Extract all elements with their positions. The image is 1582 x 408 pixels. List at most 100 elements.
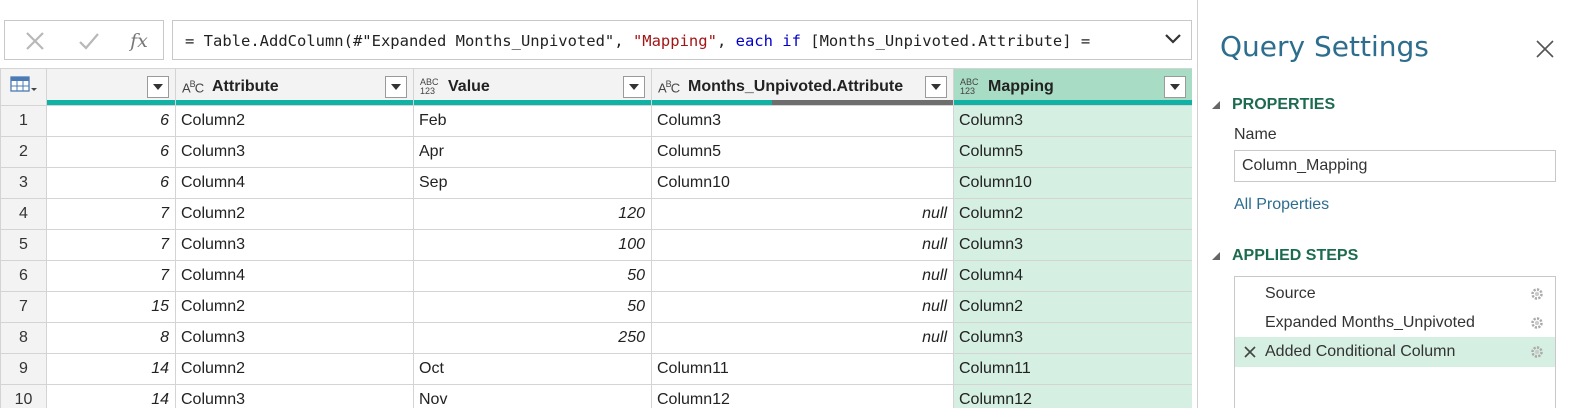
cell-number[interactable]: 8 — [46, 322, 176, 354]
column-header-0[interactable] — [46, 68, 176, 106]
row-number[interactable]: 7 — [0, 291, 47, 323]
column-filter-button[interactable] — [1164, 76, 1186, 98]
row-number[interactable]: 5 — [0, 229, 47, 261]
cell-attribute[interactable]: Column4 — [175, 260, 414, 292]
formula-text[interactable]: = Table.AddColumn(#"Expanded Months_Unpi… — [185, 32, 1090, 50]
row-number[interactable]: 6 — [0, 260, 47, 292]
quality-bar — [47, 100, 175, 105]
insert-function-button[interactable]: fx — [121, 27, 157, 55]
step-expanded-months[interactable]: Expanded Months_Unpivoted — [1235, 308, 1555, 338]
cell-attribute[interactable]: Column2 — [175, 105, 414, 137]
cell-value[interactable]: Nov — [413, 384, 652, 408]
cell-value[interactable]: 100 — [413, 229, 652, 261]
cell-value[interactable]: 50 — [413, 260, 652, 292]
query-name-input[interactable] — [1234, 150, 1556, 182]
cell-number[interactable]: 7 — [46, 198, 176, 230]
row-number[interactable]: 2 — [0, 136, 47, 168]
any-type-icon[interactable]: ABC 123 — [960, 78, 988, 96]
cell-value[interactable]: 50 — [413, 291, 652, 323]
cancel-formula-button[interactable] — [17, 27, 53, 55]
cell-months-attribute[interactable]: Column3 — [651, 105, 954, 137]
cell-mapping[interactable]: Column12 — [953, 384, 1192, 408]
formula-input[interactable]: = Table.AddColumn(#"Expanded Months_Unpi… — [172, 20, 1192, 60]
row-number[interactable]: 3 — [0, 167, 47, 199]
expand-formula-button[interactable] — [1161, 29, 1185, 53]
properties-section-toggle[interactable]: PROPERTIES — [1212, 96, 1335, 114]
cell-value[interactable]: Feb — [413, 105, 652, 137]
cell-number[interactable]: 14 — [46, 384, 176, 408]
column-filter-button[interactable] — [147, 76, 169, 98]
cell-number[interactable]: 6 — [46, 136, 176, 168]
step-source[interactable]: Source — [1235, 279, 1555, 309]
cell-attribute[interactable]: Column3 — [175, 229, 414, 261]
column-header-attribute[interactable]: ABC Attribute — [175, 68, 414, 106]
cell-mapping[interactable]: Column3 — [953, 105, 1192, 137]
cell-value[interactable]: Apr — [413, 136, 652, 168]
cell-mapping[interactable]: Column11 — [953, 353, 1192, 385]
cell-number[interactable]: 6 — [46, 105, 176, 137]
table-menu-corner[interactable] — [0, 68, 47, 106]
cell-months-attribute[interactable]: null — [651, 291, 954, 323]
cell-number[interactable]: 7 — [46, 260, 176, 292]
commit-formula-button[interactable] — [71, 27, 107, 55]
cell-months-attribute[interactable]: null — [651, 322, 954, 354]
text-type-icon[interactable]: ABC — [658, 79, 688, 95]
column-header-mapping[interactable]: ABC 123 Mapping — [953, 68, 1192, 106]
cell-months-attribute[interactable]: Column5 — [651, 136, 954, 168]
column-filter-button[interactable] — [623, 76, 645, 98]
row-number[interactable]: 8 — [0, 322, 47, 354]
cell-mapping[interactable]: Column2 — [953, 291, 1192, 323]
delete-x-icon — [1244, 346, 1256, 358]
cell-mapping[interactable]: Column2 — [953, 198, 1192, 230]
close-settings-button[interactable] — [1534, 38, 1556, 60]
cell-months-attribute[interactable]: null — [651, 229, 954, 261]
row-number[interactable]: 9 — [0, 353, 47, 385]
applied-steps-section-toggle[interactable]: APPLIED STEPS — [1212, 247, 1358, 265]
row-number[interactable]: 4 — [0, 198, 47, 230]
cell-value[interactable]: Oct — [413, 353, 652, 385]
cell-number[interactable]: 7 — [46, 229, 176, 261]
step-label: Added Conditional Column — [1265, 343, 1456, 360]
cell-value[interactable]: Sep — [413, 167, 652, 199]
cell-months-attribute[interactable]: null — [651, 198, 954, 230]
cell-months-attribute[interactable]: Column11 — [651, 353, 954, 385]
cell-mapping[interactable]: Column4 — [953, 260, 1192, 292]
cell-mapping[interactable]: Column10 — [953, 167, 1192, 199]
column-header-months-attribute[interactable]: ABC Months_Unpivoted.Attribute — [651, 68, 954, 106]
cell-attribute[interactable]: Column2 — [175, 198, 414, 230]
cell-mapping[interactable]: Column3 — [953, 322, 1192, 354]
table-row: 8 8 Column3 250 null Column3 — [0, 322, 1192, 354]
cell-attribute[interactable]: Column3 — [175, 322, 414, 354]
any-type-icon[interactable]: ABC 123 — [420, 78, 448, 96]
all-properties-link[interactable]: All Properties — [1234, 196, 1329, 214]
step-settings-button[interactable] — [1519, 344, 1555, 360]
step-settings-button[interactable] — [1519, 315, 1555, 331]
step-settings-button[interactable] — [1519, 286, 1555, 302]
cell-attribute[interactable]: Column3 — [175, 136, 414, 168]
column-header-value[interactable]: ABC 123 Value — [413, 68, 652, 106]
cell-months-attribute[interactable]: null — [651, 260, 954, 292]
delete-step-button[interactable] — [1235, 345, 1265, 359]
row-number[interactable]: 1 — [0, 105, 47, 137]
cell-months-attribute[interactable]: Column10 — [651, 167, 954, 199]
cell-attribute[interactable]: Column4 — [175, 167, 414, 199]
row-number[interactable]: 10 — [0, 384, 47, 408]
cell-attribute[interactable]: Column2 — [175, 353, 414, 385]
cell-months-attribute[interactable]: Column12 — [651, 384, 954, 408]
text-type-icon[interactable]: ABC — [182, 79, 212, 95]
cell-value[interactable]: 250 — [413, 322, 652, 354]
cell-mapping[interactable]: Column3 — [953, 229, 1192, 261]
column-filter-button[interactable] — [385, 76, 407, 98]
cell-number[interactable]: 15 — [46, 291, 176, 323]
formula-part: = Table.AddColumn(#"Expanded Months_Unpi… — [185, 32, 633, 50]
cell-attribute[interactable]: Column2 — [175, 291, 414, 323]
query-settings-title: Query Settings — [1220, 30, 1429, 63]
column-filter-button[interactable] — [925, 76, 947, 98]
cell-attribute[interactable]: Column3 — [175, 384, 414, 408]
cell-number[interactable]: 14 — [46, 353, 176, 385]
step-label: Expanded Months_Unpivoted — [1265, 314, 1475, 331]
step-added-conditional-column[interactable]: Added Conditional Column — [1235, 337, 1555, 367]
cell-mapping[interactable]: Column5 — [953, 136, 1192, 168]
cell-number[interactable]: 6 — [46, 167, 176, 199]
cell-value[interactable]: 120 — [413, 198, 652, 230]
